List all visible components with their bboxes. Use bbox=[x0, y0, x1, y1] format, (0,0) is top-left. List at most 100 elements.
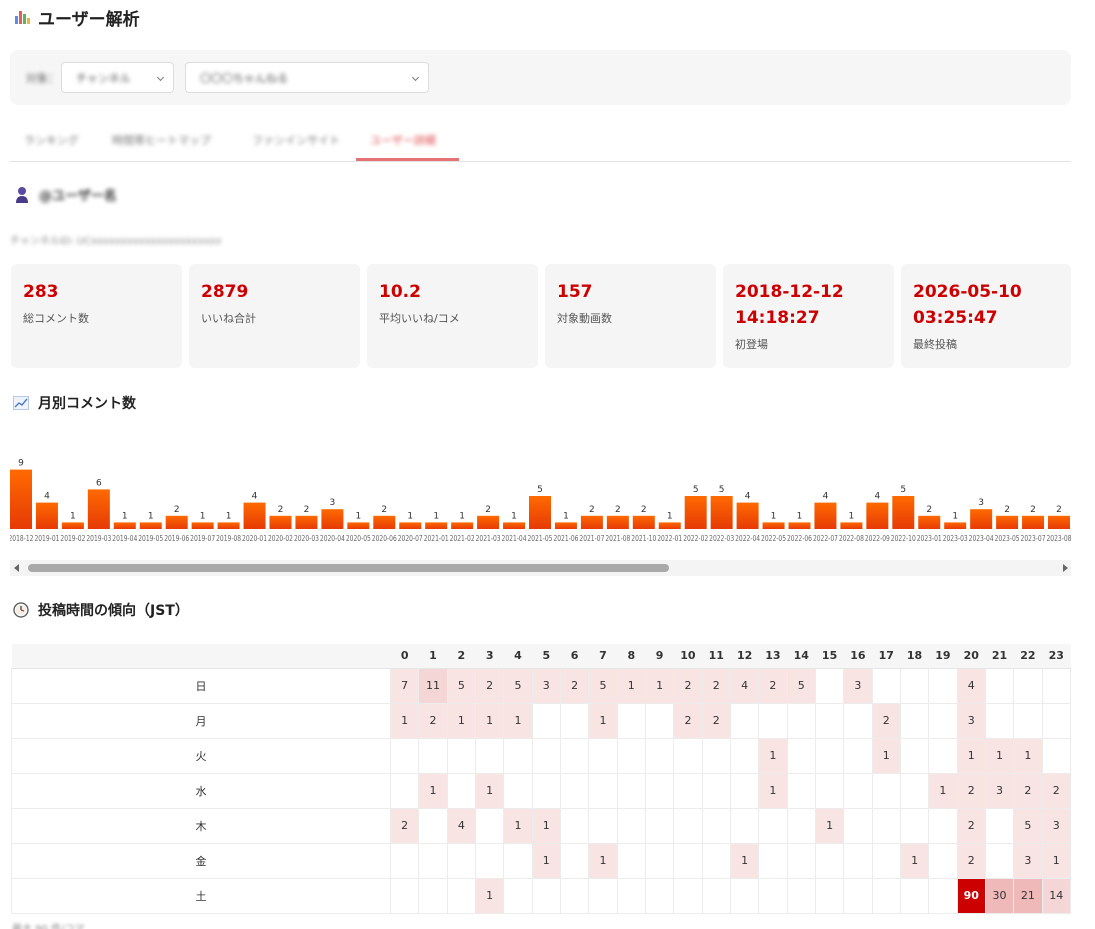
heatmap-cell: 90 bbox=[956, 877, 986, 914]
tab-fan-insight[interactable]: ファンインサイト bbox=[252, 132, 340, 148]
bar-2020-07[interactable] bbox=[399, 522, 422, 529]
bar-2022-01[interactable] bbox=[658, 522, 681, 529]
bar-value-label: 1 bbox=[667, 511, 673, 521]
heatmap-cell: 1 bbox=[814, 807, 845, 844]
x-tick-label: 2019-05 bbox=[138, 534, 163, 543]
x-tick-label: 2023-03 bbox=[943, 534, 968, 543]
x-tick-label: 2023-07 bbox=[1021, 534, 1046, 543]
bar-2023-08[interactable] bbox=[1048, 515, 1070, 529]
scroll-right-icon[interactable] bbox=[1063, 564, 1068, 572]
bar-value-label: 1 bbox=[459, 511, 465, 521]
bar-2021-04[interactable] bbox=[503, 522, 526, 529]
heatmap-section-title: 投稿時間の傾向（JST） bbox=[38, 603, 189, 619]
hour-header: 14 bbox=[787, 644, 816, 669]
tab-user-detail[interactable]: ユーザー詳細 bbox=[370, 132, 436, 148]
x-tick-label: 2022-06 bbox=[787, 534, 812, 543]
bar-2019-03[interactable] bbox=[87, 489, 110, 529]
channel-select[interactable]: 〇〇〇ちゃんねる bbox=[185, 62, 429, 93]
heatmap-cell: 2 bbox=[673, 702, 703, 739]
heatmap-cell: 3 bbox=[843, 667, 873, 704]
bar-2022-05[interactable] bbox=[762, 522, 785, 529]
bar-2023-04[interactable] bbox=[970, 509, 993, 529]
heatmap-cell bbox=[729, 702, 760, 739]
heatmap-cell bbox=[871, 877, 901, 914]
bar-2023-01[interactable] bbox=[918, 515, 941, 529]
bar-2021-05[interactable] bbox=[529, 496, 551, 529]
bar-2021-07[interactable] bbox=[580, 515, 603, 529]
bar-2023-05[interactable] bbox=[996, 515, 1019, 529]
bar-2022-02[interactable] bbox=[684, 496, 707, 529]
bar-2021-02[interactable] bbox=[451, 522, 474, 529]
bar-2020-04[interactable] bbox=[321, 509, 344, 529]
scrollbar-thumb[interactable] bbox=[28, 564, 669, 572]
hour-header: 8 bbox=[617, 644, 646, 669]
heatmap-cell bbox=[1013, 702, 1043, 739]
bar-2019-08[interactable] bbox=[217, 522, 240, 529]
heatmap-cell: 1 bbox=[899, 842, 930, 879]
bar-2020-02[interactable] bbox=[269, 515, 292, 529]
bar-2021-01[interactable] bbox=[425, 522, 448, 529]
channel-type-select[interactable]: チャンネル bbox=[61, 62, 174, 93]
heatmap-cell bbox=[814, 877, 845, 914]
heatmap-cell bbox=[786, 702, 816, 739]
tab-ranking[interactable]: ランキング bbox=[24, 132, 79, 148]
x-tick-label: 2023-01 bbox=[917, 534, 942, 543]
bar-2020-03[interactable] bbox=[295, 515, 318, 529]
heatmap-cell: 1 bbox=[758, 737, 788, 774]
bar-2022-03[interactable] bbox=[710, 496, 733, 529]
stat-card-total-comments: 283 総コメント数 bbox=[11, 264, 182, 368]
heatmap-cell: 1 bbox=[446, 702, 476, 739]
bar-2023-07[interactable] bbox=[1022, 515, 1045, 529]
bar-2021-03[interactable] bbox=[477, 515, 500, 529]
heatmap-cell bbox=[588, 737, 618, 774]
heatmap-cell bbox=[644, 737, 675, 774]
heatmap-cell bbox=[503, 772, 533, 809]
heatmap-cell bbox=[871, 807, 901, 844]
weekday-label: 月 bbox=[11, 702, 391, 739]
heatmap-corner bbox=[11, 644, 391, 669]
x-tick-label: 2018-12 bbox=[10, 534, 34, 543]
bar-2021-06[interactable] bbox=[554, 522, 577, 529]
heatmap-cell: 2 bbox=[956, 807, 986, 844]
bar-2022-06[interactable] bbox=[788, 522, 811, 529]
bar-2022-08[interactable] bbox=[840, 522, 863, 529]
heatmap-row: 日 7 11 5 2 5 3 2 5 1 1 2 2 4 2 5 3 4 bbox=[11, 667, 1072, 704]
chart-scrollbar[interactable] bbox=[10, 560, 1071, 576]
bar-2021-10[interactable] bbox=[632, 515, 655, 529]
bar-2019-06[interactable] bbox=[165, 515, 188, 529]
heatmap-cell bbox=[786, 807, 816, 844]
bar-2019-04[interactable] bbox=[113, 522, 136, 529]
bar-2022-04[interactable] bbox=[736, 502, 759, 529]
heatmap-cell bbox=[871, 842, 901, 879]
bar-2019-05[interactable] bbox=[139, 522, 162, 529]
heatmap-cell bbox=[389, 842, 420, 879]
bar-2020-06[interactable] bbox=[373, 515, 396, 529]
heatmap-cell bbox=[616, 772, 646, 809]
bar-2019-02[interactable] bbox=[61, 522, 84, 529]
bar-value-label: 2 bbox=[615, 505, 621, 515]
bar-value-label: 2 bbox=[304, 505, 310, 515]
bar-2021-08[interactable] bbox=[606, 515, 629, 529]
bar-2022-09[interactable] bbox=[866, 502, 889, 529]
bar-2019-07[interactable] bbox=[191, 522, 214, 529]
bar-2023-03[interactable] bbox=[944, 522, 967, 529]
heatmap-cell: 5 bbox=[588, 667, 618, 704]
bar-2020-01[interactable] bbox=[243, 502, 266, 529]
stat-value-time: 03:25:47 bbox=[913, 308, 998, 328]
line-chart-icon bbox=[13, 396, 29, 410]
hour-header: 20 bbox=[957, 644, 986, 669]
bar-2022-10[interactable] bbox=[892, 496, 915, 529]
bar-value-label: 1 bbox=[771, 511, 777, 521]
heatmap-cell: 1 bbox=[644, 667, 675, 704]
hour-header: 18 bbox=[900, 644, 929, 669]
bar-2019-01[interactable] bbox=[35, 502, 58, 529]
bar-2022-07[interactable] bbox=[814, 502, 837, 529]
stat-label: 初登場 bbox=[735, 338, 768, 351]
bar-2020-05[interactable] bbox=[347, 522, 370, 529]
page-title: ユーザー解析 bbox=[38, 9, 140, 30]
heatmap-cell bbox=[531, 877, 561, 914]
tab-time-heatmap[interactable]: 時間帯ヒートマップ bbox=[112, 132, 211, 148]
bar-2018-12[interactable] bbox=[10, 469, 32, 529]
scroll-left-icon[interactable] bbox=[14, 564, 19, 572]
heatmap-cell bbox=[503, 842, 533, 879]
